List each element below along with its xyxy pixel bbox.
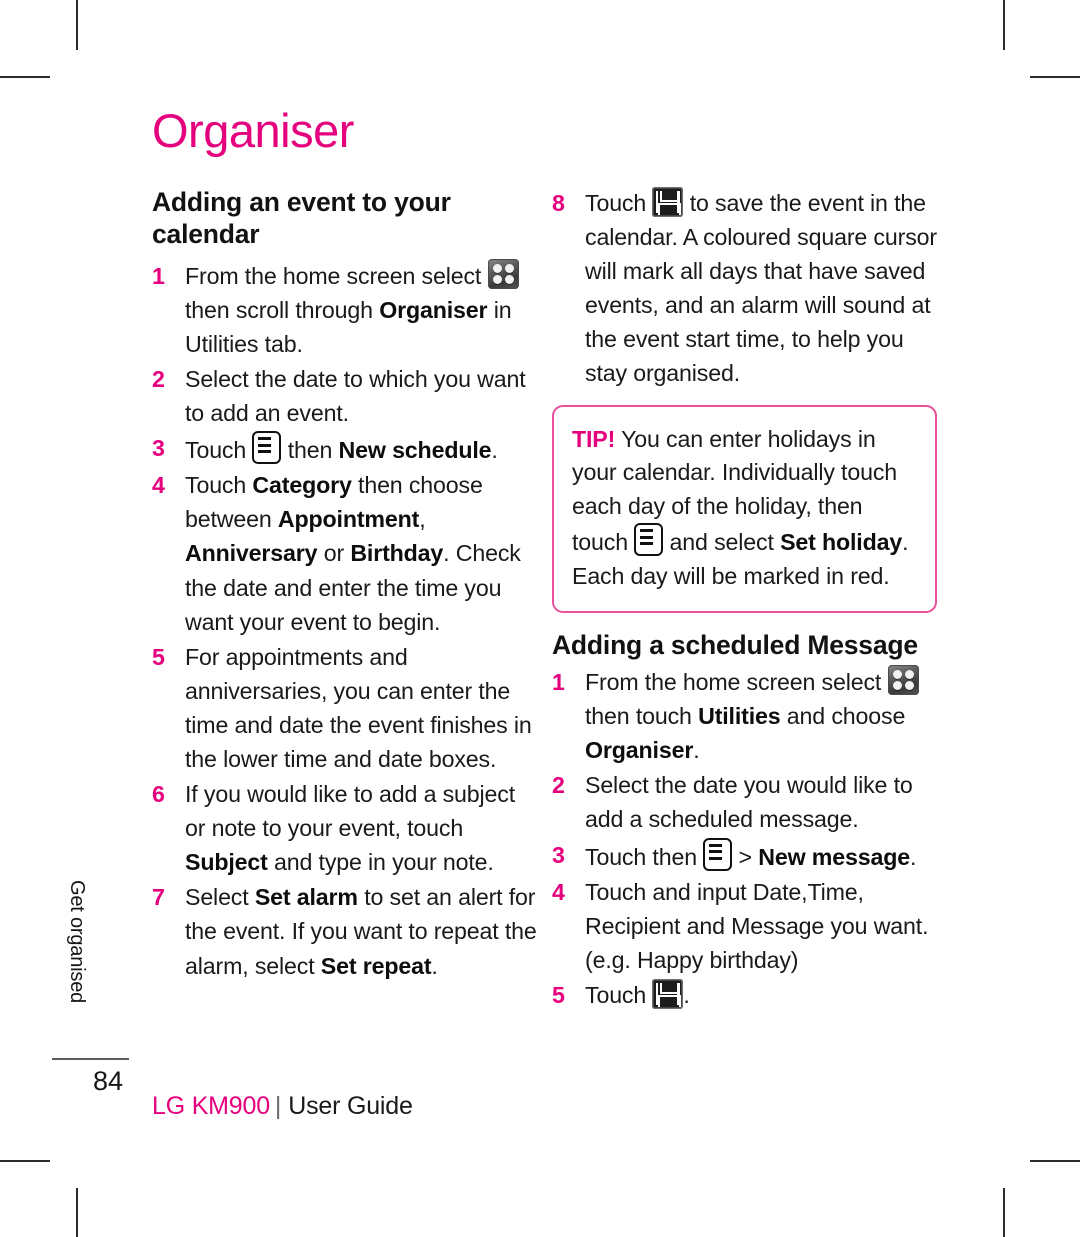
step-number: 7	[152, 884, 165, 911]
step-text: Select the date to which you want to add…	[185, 365, 526, 427]
emphasis-text: Organiser	[379, 296, 488, 323]
step-number: 2	[152, 365, 165, 392]
step-item: 7 Select Set alarm to set an alert for th…	[152, 880, 537, 982]
step-text: From the home screen select then touch U…	[585, 665, 919, 764]
step-text: For appointments and anniversaries, you …	[185, 643, 532, 772]
left-step-list: 1 From the home screen select then scroll…	[152, 258, 537, 983]
side-tab-rule	[52, 1058, 129, 1060]
menu-icon	[703, 837, 733, 871]
step-item: 4 Touch Category then choose between Appo…	[152, 468, 537, 638]
step-number: 2	[552, 772, 565, 799]
emphasis-text: Organiser	[585, 737, 694, 764]
menu-icon	[252, 431, 282, 465]
step-item: 4 Touch and input Date,Time, Recipient an…	[552, 875, 937, 977]
emphasis-text: Set holiday	[780, 529, 903, 556]
side-tab-label: Get organised	[66, 880, 88, 1004]
left-column: Adding an event to your calendar 1 From t…	[152, 186, 537, 984]
step-text: Touch .	[585, 978, 690, 1009]
grid-launcher-icon	[487, 258, 519, 289]
step-number: 5	[152, 643, 165, 670]
step-text: If you would like to add a subject or no…	[185, 781, 516, 876]
section-heading-adding-event: Adding an event to your calendar	[152, 187, 451, 250]
section-heading-scheduled-message: Adding a scheduled Message	[552, 629, 918, 660]
step-text: Select Set alarm to set an alert for the…	[185, 884, 537, 979]
emphasis-text: Subject	[185, 849, 268, 876]
step-item: 1 From the home screen select then scroll…	[152, 258, 537, 361]
step-item: 6 If you would like to add a subject or n…	[152, 777, 537, 879]
step-text: From the home screen select then scroll …	[185, 258, 519, 357]
emphasis-text: Set alarm	[254, 884, 358, 911]
emphasis-text: New message	[758, 843, 910, 870]
step-number: 1	[552, 669, 565, 696]
step-item: 5 For appointments and anniversaries, you…	[152, 640, 537, 776]
emphasis-text: Appointment	[277, 506, 420, 533]
step-item: 8 Touch to save the event in the calendar…	[552, 186, 937, 391]
step-item: 1 From the home screen select then touch …	[552, 665, 937, 767]
tip-box: TIP! You can enter holidays in your cale…	[552, 404, 937, 613]
step-text: Touch and input Date,Time, Recipient and…	[585, 878, 929, 973]
emphasis-text: New schedule	[338, 437, 492, 464]
step-number: 4	[552, 878, 565, 905]
step-text: Touch to save the event in the calendar.…	[585, 187, 937, 386]
emphasis-text: Category	[252, 472, 352, 499]
step-text: Touch then New schedule.	[185, 431, 498, 465]
page-number: 84	[92, 1066, 124, 1096]
tip-body: You can enter holidays in your calendar.…	[572, 425, 909, 590]
right-step-list: 1 From the home screen select then touch …	[552, 665, 937, 1012]
step-number: 8	[552, 190, 565, 216]
step-number: 4	[152, 472, 165, 499]
save-icon	[652, 187, 684, 217]
emphasis-text: Utilities	[698, 703, 781, 730]
footer-label: User Guide	[288, 1092, 413, 1120]
grid-launcher-icon	[887, 665, 919, 696]
step-item: 2 Select the date to which you want to ad…	[152, 362, 537, 430]
step-item: 3 Touch then > New message.	[552, 837, 937, 874]
emphasis-text: Birthday	[350, 540, 444, 567]
step-text: Touch Category then choose between Appoi…	[185, 472, 521, 635]
footer: LG KM900 | User Guide	[152, 1092, 413, 1121]
step-text: Touch then > New message.	[585, 837, 916, 871]
step-item: 2 Select the date you would like to add a…	[552, 768, 937, 836]
step-number: 3	[152, 435, 165, 462]
step-number: 6	[152, 781, 165, 808]
emphasis-text: Anniversary	[185, 540, 318, 567]
step-text: Select the date you would like to add a …	[585, 772, 913, 833]
manual-page: Organiser Adding an event to your calend…	[0, 0, 1080, 1237]
step-number: 5	[552, 981, 565, 1008]
step-item: 5 Touch .	[552, 978, 937, 1012]
save-icon	[652, 978, 684, 1009]
footer-separator: |	[274, 1092, 282, 1120]
step-item: 3 Touch then New schedule.	[152, 431, 537, 467]
step-number: 1	[152, 262, 165, 289]
menu-icon	[634, 523, 664, 557]
emphasis-text: Set repeat	[320, 952, 432, 979]
step-number: 3	[552, 841, 565, 868]
tip-label: TIP!	[572, 425, 616, 452]
right-column: 8 Touch to save the event in the calendar…	[552, 186, 937, 1013]
right-step-list-continued: 8 Touch to save the event in the calendar…	[552, 186, 937, 391]
page-title: Organiser	[152, 104, 354, 157]
footer-brand: LG KM900	[152, 1092, 270, 1120]
